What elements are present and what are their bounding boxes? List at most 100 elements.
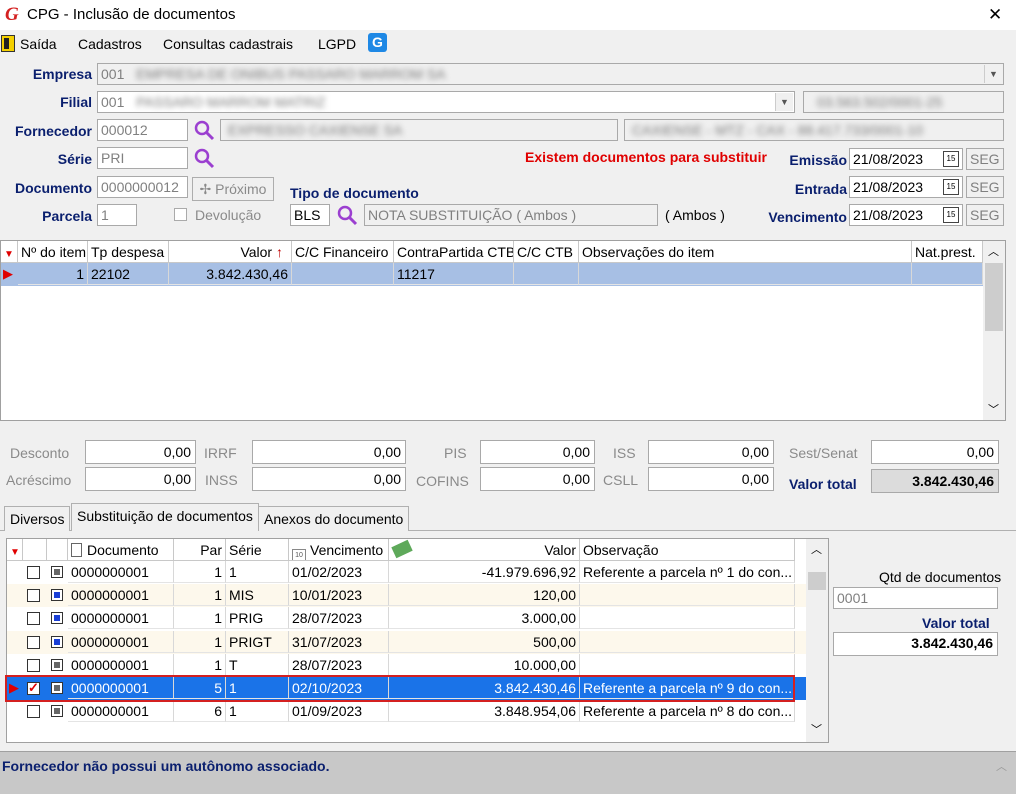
subst-scrollbar[interactable]: ︿ ﹀ [806, 539, 828, 742]
calendar-icon[interactable]: 15 [943, 179, 959, 195]
tipo-code-field[interactable]: BLS [290, 204, 330, 226]
valor-total-value: 3.842.430,46 [912, 473, 994, 489]
cell-serie: PRIG [226, 607, 289, 630]
scroll-up-icon[interactable]: ︿ [811, 541, 822, 557]
irrf-field: 0,00 [252, 440, 406, 464]
vencimento-day-text: SEG [970, 207, 1000, 223]
cell-venc: 10/01/2023 [289, 584, 389, 607]
subst-header-check[interactable] [23, 539, 47, 561]
search-icon[interactable] [193, 119, 215, 141]
scroll-thumb[interactable] [808, 572, 826, 590]
subst-header-obs[interactable]: Observação [580, 539, 795, 561]
table-row[interactable]: ▶ 1 22102 3.842.430,46 11217 [1, 263, 983, 286]
tab-diversos[interactable]: Diversos [4, 506, 71, 531]
items-header-valor-text: Valor [240, 244, 273, 260]
table-row[interactable]: 0000000001 6 1 01/09/2023 3.848.954,06 Refere… [7, 700, 806, 724]
vencimento-field[interactable]: 21/08/2023 15 [849, 204, 963, 226]
chevron-down-icon[interactable]: ▼ [984, 65, 1002, 83]
close-icon[interactable]: ✕ [988, 5, 1002, 25]
items-header-valor[interactable]: Valor ↑ [169, 241, 292, 263]
menu-saida[interactable]: Saída [20, 36, 57, 52]
row-checkbox[interactable] [27, 705, 40, 719]
proximo-button[interactable]: ✢ Próximo [192, 177, 274, 201]
filial-field[interactable]: 001 PASSARO MARROM MATRIZ ▼ [97, 91, 795, 113]
subst-header-vencimento[interactable]: 10 Vencimento [289, 539, 389, 561]
scroll-down-icon[interactable]: ﹀ [811, 721, 822, 737]
items-header-item[interactable]: Nº do item [18, 241, 88, 263]
parcela-label: Parcela [42, 208, 92, 224]
emissao-field[interactable]: 21/08/2023 15 [849, 148, 963, 170]
tab-anexos[interactable]: Anexos do documento [258, 506, 410, 531]
sest-field: 0,00 [871, 440, 999, 464]
fornecedor-code: 000012 [101, 122, 148, 138]
plus-icon: ✢ [199, 181, 212, 197]
cell-doc: 0000000001 [68, 561, 174, 583]
items-scrollbar[interactable]: ︿ ﹀ [983, 241, 1005, 420]
row-checkbox[interactable] [27, 612, 40, 626]
search-icon[interactable] [336, 204, 358, 226]
items-header-contrapartida[interactable]: ContraPartida CTB [394, 241, 514, 263]
tipo-code: BLS [294, 207, 321, 223]
documento-field[interactable]: 0000000012 [97, 176, 188, 198]
subst-header-color[interactable] [47, 539, 68, 561]
table-row[interactable]: 0000000001 1 MIS 10/01/2023 120,00 [7, 584, 806, 608]
parcela-field[interactable]: 1 [97, 204, 137, 226]
items-header-indicator[interactable]: ▼ [1, 241, 18, 263]
acrescimo-field: 0,00 [85, 467, 196, 491]
items-header-natprest[interactable]: Nat.prest. [912, 241, 983, 263]
cell-serie: 1 [226, 700, 289, 723]
lgpd-app-icon[interactable]: G [368, 33, 387, 52]
item-valor: 3.842.430,46 [169, 263, 292, 285]
calendar-icon[interactable]: 15 [943, 207, 959, 223]
items-header-obs[interactable]: Observações do item [579, 241, 912, 263]
tab-substituicao[interactable]: Substituição de documentos [71, 503, 259, 531]
scroll-thumb[interactable] [985, 263, 1003, 331]
serie-value: PRI [101, 150, 125, 166]
devolucao-checkbox[interactable] [174, 208, 187, 221]
table-row[interactable]: 0000000001 1 PRIG 28/07/2023 3.000,00 [7, 607, 806, 631]
chevron-down-icon[interactable]: ▼ [775, 93, 793, 111]
item-obs [579, 263, 912, 285]
cell-obs: Referente a parcela nº 1 do con... [580, 561, 795, 583]
subst-header-documento[interactable]: Documento [68, 539, 174, 561]
row-color-swatch [51, 705, 63, 718]
row-checkbox[interactable] [27, 658, 40, 672]
search-icon[interactable] [193, 147, 215, 169]
items-header-ccfin[interactable]: C/C Financeiro [292, 241, 394, 263]
scroll-up-icon[interactable]: ︿ [996, 758, 1007, 774]
table-row[interactable]: 0000000001 1 1 01/02/2023 -41.979.696,92 Refe… [7, 561, 806, 584]
menu-cadastros[interactable]: Cadastros [78, 36, 142, 52]
subst-header-vencimento-text: Vencimento [310, 542, 384, 558]
fornecedor-field[interactable]: 000012 [97, 119, 188, 141]
menu-lgpd[interactable]: LGPD [318, 36, 356, 52]
row-checkbox[interactable] [27, 635, 40, 649]
row-checkbox[interactable]: ✓ [27, 680, 40, 695]
menu-consultas-cadastrais[interactable]: Consultas cadastrais [163, 36, 293, 52]
fornecedor-name-field: EXPRESSO CAXIENSE SA [220, 119, 618, 141]
table-row[interactable]: ▶ ✓ 0000000001 5 1 02/10/2023 3.842.430,46 Refe… [7, 677, 806, 700]
serie-field[interactable]: PRI [97, 147, 188, 169]
items-header-tpdespesa[interactable]: Tp despesa [88, 241, 169, 263]
entrada-field[interactable]: 21/08/2023 15 [849, 176, 963, 198]
subst-header-indicator[interactable]: ▼ [7, 539, 23, 561]
items-header-ccctb[interactable]: C/C CTB [514, 241, 579, 263]
calendar-icon[interactable]: 15 [943, 151, 959, 167]
scroll-down-icon[interactable]: ﹀ [988, 401, 999, 417]
side-valor-total-label: Valor total [922, 615, 990, 631]
scroll-up-icon[interactable]: ︿ [988, 243, 999, 259]
cell-venc: 01/02/2023 [289, 561, 389, 583]
row-checkbox[interactable] [27, 589, 40, 603]
money-icon [391, 539, 413, 559]
item-tpdespesa: 22102 [88, 263, 169, 285]
row-checkbox[interactable] [27, 566, 40, 579]
items-grid[interactable]: ▼ Nº do item Tp despesa Valor ↑ C/C Fina… [0, 240, 1006, 421]
empresa-code: 001 [101, 66, 125, 82]
table-row[interactable]: 0000000001 1 T 28/07/2023 10.000,00 [7, 653, 806, 677]
subst-header-par[interactable]: Par [174, 539, 226, 561]
fornecedor-extra-field: CAXIENSE - MTZ - CAX - 88.417.733/0001-1… [624, 119, 1004, 141]
empresa-field[interactable]: 001 EMPRESA DE ONIBUS PASSARO MARROM SA … [97, 63, 1004, 85]
substituicao-grid[interactable]: ▼ Documento Par Série 10 Vencimento Valor… [6, 538, 829, 743]
subst-header-valor[interactable]: Valor [389, 539, 580, 561]
table-row[interactable]: 0000000001 1 PRIGT 31/07/2023 500,00 [7, 630, 806, 654]
subst-header-serie[interactable]: Série [226, 539, 289, 561]
